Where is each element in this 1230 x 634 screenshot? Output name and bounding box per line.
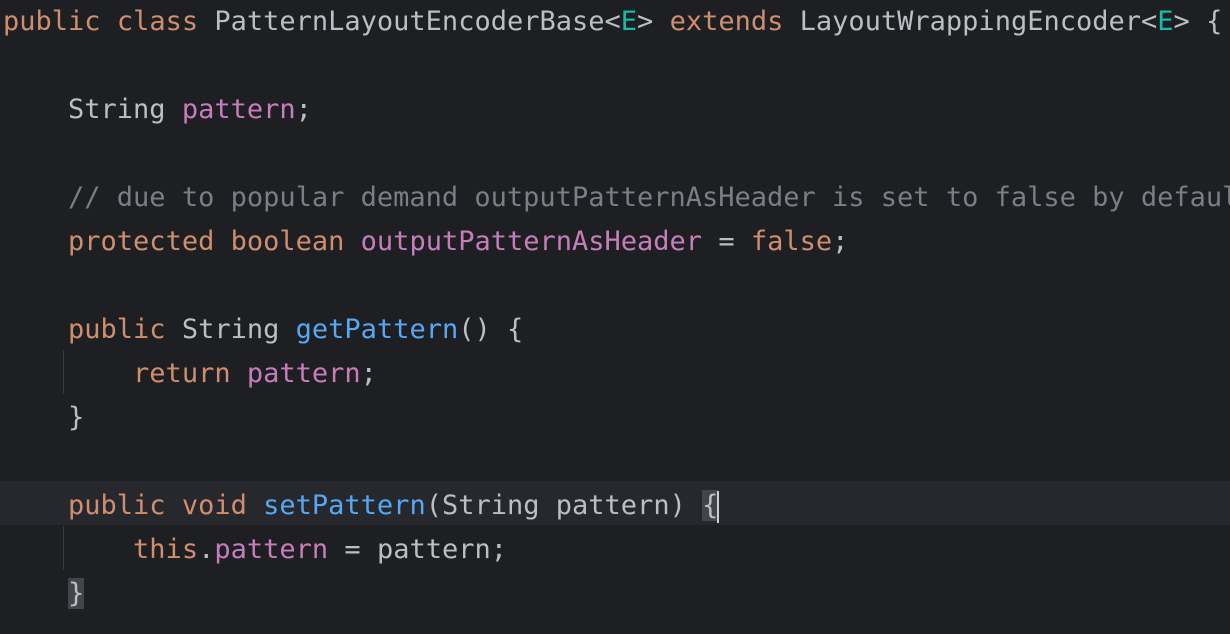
code-line-field-pattern[interactable]: String pattern; <box>3 88 312 132</box>
semicolon: ; <box>295 94 312 125</box>
type-name: String <box>68 94 166 125</box>
type-parameter: E <box>620 6 638 37</box>
parameter-name: pattern <box>555 490 670 521</box>
text-caret <box>717 490 720 523</box>
close-brace: } <box>68 402 85 433</box>
code-line-class-declaration[interactable]: public class PatternLayoutEncoderBase<E>… <box>3 0 1222 44</box>
field-name: outputPatternAsHeader <box>360 226 703 257</box>
operator: = <box>718 226 735 257</box>
keyword: boolean <box>230 226 345 257</box>
code-line-getter-close[interactable]: } <box>3 396 84 440</box>
field-name: pattern <box>246 358 361 389</box>
keyword: extends <box>669 6 784 37</box>
angle-bracket: > <box>1173 6 1190 37</box>
matched-close-brace: } <box>68 578 85 609</box>
type-name: String <box>181 314 280 345</box>
method-name: getPattern <box>295 314 459 345</box>
semicolon: ; <box>832 226 849 257</box>
class-name: PatternLayoutEncoderBase <box>214 6 605 37</box>
code-line-setter-signature[interactable]: public void setPattern(String pattern) { <box>3 484 720 528</box>
keyword: class <box>116 6 199 37</box>
semicolon: ; <box>360 358 377 389</box>
operator: = <box>344 534 361 565</box>
code-line-getter-signature[interactable]: public String getPattern() { <box>3 308 523 352</box>
keyword: this <box>133 534 199 565</box>
keyword: public <box>3 6 101 37</box>
open-brace: { <box>1206 6 1223 37</box>
semicolon: ; <box>490 534 507 565</box>
type-name: String <box>441 490 540 521</box>
code-line-comment[interactable]: // due to popular demand outputPatternAs… <box>3 176 1230 220</box>
code-line-setter-close[interactable]: } <box>3 572 85 616</box>
code-line-assignment[interactable]: this.pattern = pattern; <box>3 528 507 572</box>
open-brace: { <box>507 314 524 345</box>
code-editor[interactable]: public class PatternLayoutEncoderBase<E>… <box>0 0 1230 634</box>
keyword: return <box>133 358 231 389</box>
matched-open-brace: { <box>702 490 719 521</box>
keyword: protected <box>68 226 215 257</box>
comment: // due to popular demand outputPatternAs… <box>68 182 1230 213</box>
dot: . <box>198 534 215 565</box>
parentheses: () <box>458 314 491 345</box>
code-line-return[interactable]: return pattern; <box>3 352 377 396</box>
angle-bracket: < <box>604 6 621 37</box>
keyword: public <box>68 490 166 521</box>
open-paren: ( <box>425 490 442 521</box>
field-name: pattern <box>214 534 329 565</box>
keyword: false <box>750 226 833 257</box>
parameter-name: pattern <box>376 534 491 565</box>
superclass-name: LayoutWrappingEncoder <box>799 6 1141 37</box>
keyword: void <box>181 490 247 521</box>
type-parameter: E <box>1157 6 1174 37</box>
angle-bracket: > <box>637 6 654 37</box>
angle-bracket: < <box>1141 6 1158 37</box>
close-paren: ) <box>669 490 686 521</box>
code-line-field-output-pattern[interactable]: protected boolean outputPatternAsHeader … <box>3 220 848 264</box>
keyword: public <box>68 314 166 345</box>
method-name: setPattern <box>263 490 426 521</box>
field-name: pattern <box>181 94 296 125</box>
